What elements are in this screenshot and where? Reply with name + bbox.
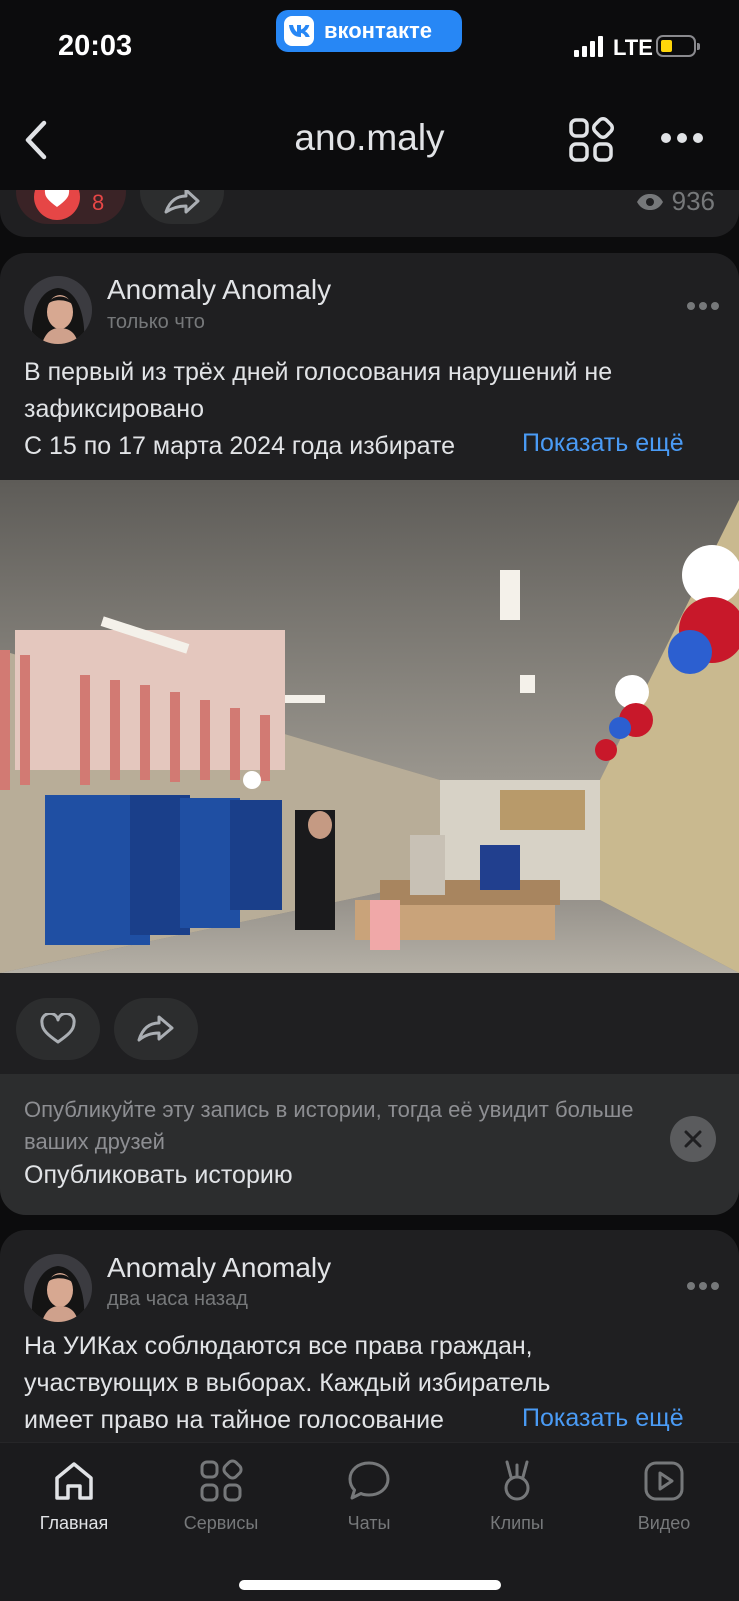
post-author[interactable]: Anomaly Anomaly (107, 274, 331, 306)
post-time: только что (107, 311, 205, 333)
post-author[interactable]: Anomaly Anomaly (107, 1252, 331, 1284)
network-type: LTE (613, 35, 653, 60)
post-text-line: зафиксировано (24, 395, 205, 423)
home-icon (55, 1462, 93, 1500)
profile-header: ano.maly (0, 95, 739, 190)
tab-video[interactable]: Видео (594, 1457, 734, 1534)
heart-filled-icon (34, 190, 80, 220)
chat-icon (348, 1461, 390, 1500)
bottom-tab-bar: Главная Сервисы Чаты Клипы Видео (0, 1442, 739, 1601)
battery-icon (656, 35, 700, 57)
share-icon (164, 190, 200, 214)
publish-story-button[interactable]: Опубликовать историю (24, 1161, 293, 1190)
tab-label: Видео (637, 1513, 691, 1533)
story-prompt: Опубликуйте эту запись в истории, тогда … (24, 1097, 634, 1154)
page-title: ano.maly (294, 117, 445, 158)
tab-label: Главная (39, 1513, 109, 1533)
post-menu-icon[interactable] (686, 301, 720, 311)
status-time: 20:03 (58, 30, 133, 62)
share-button[interactable] (140, 190, 224, 224)
close-icon[interactable] (670, 1116, 716, 1162)
share-icon (137, 1015, 174, 1042)
tab-home[interactable]: Главная (4, 1457, 144, 1534)
post-text-line: В первый из трёх дней голосования наруше… (24, 358, 613, 386)
post-card: Anomaly Anomaly два часа назад На УИКах … (0, 1230, 739, 1442)
services-icon (200, 1459, 243, 1502)
post-menu-icon[interactable] (686, 1281, 720, 1291)
publish-story-banner: Опубликуйте эту запись в истории, тогда … (0, 1074, 739, 1215)
views-count: 936 (671, 190, 715, 216)
more-horizontal-icon[interactable] (660, 131, 704, 145)
vk-logo-icon (284, 16, 314, 46)
eye-icon (636, 193, 663, 210)
show-more-link[interactable]: Показать ещё (496, 429, 684, 458)
post-time: два часа назад (107, 1288, 248, 1310)
tab-label: Чаты (347, 1513, 391, 1533)
post-text-line: На УИКах соблюдаются все права граждан, (24, 1332, 533, 1360)
clips-icon (504, 1460, 530, 1501)
tab-clips[interactable]: Клипы (447, 1457, 587, 1534)
previous-post-footer: 8 936 (0, 190, 739, 237)
share-button[interactable] (114, 998, 198, 1060)
services-grid-icon[interactable] (568, 117, 614, 163)
signal-icon (574, 35, 603, 57)
avatar[interactable] (24, 1254, 92, 1322)
tab-label: Сервисы (183, 1513, 259, 1533)
show-more-link[interactable]: Показать ещё (496, 1404, 684, 1433)
post-photo[interactable] (0, 480, 739, 973)
like-button[interactable]: 8 (16, 190, 126, 224)
like-count: 8 (92, 190, 105, 215)
vk-pill-label: вконтакте (324, 18, 433, 43)
avatar[interactable] (24, 276, 92, 344)
vk-app-pill[interactable]: вконтакте (276, 10, 462, 52)
video-icon (644, 1461, 684, 1501)
tab-chats[interactable]: Чаты (299, 1457, 439, 1534)
like-button[interactable] (16, 998, 100, 1060)
post-text-line: участвующих в выборах. Каждый избиратель (24, 1369, 551, 1397)
tab-services[interactable]: Сервисы (151, 1457, 291, 1534)
tab-label: Клипы (490, 1513, 544, 1533)
post-card: Anomaly Anomaly только что В первый из т… (0, 253, 739, 1215)
home-indicator[interactable] (239, 1580, 501, 1590)
status-bar: 20:03 вконтакте LTE (0, 0, 739, 95)
views-counter: 936 (636, 190, 715, 217)
heart-outline-icon (40, 1013, 76, 1044)
